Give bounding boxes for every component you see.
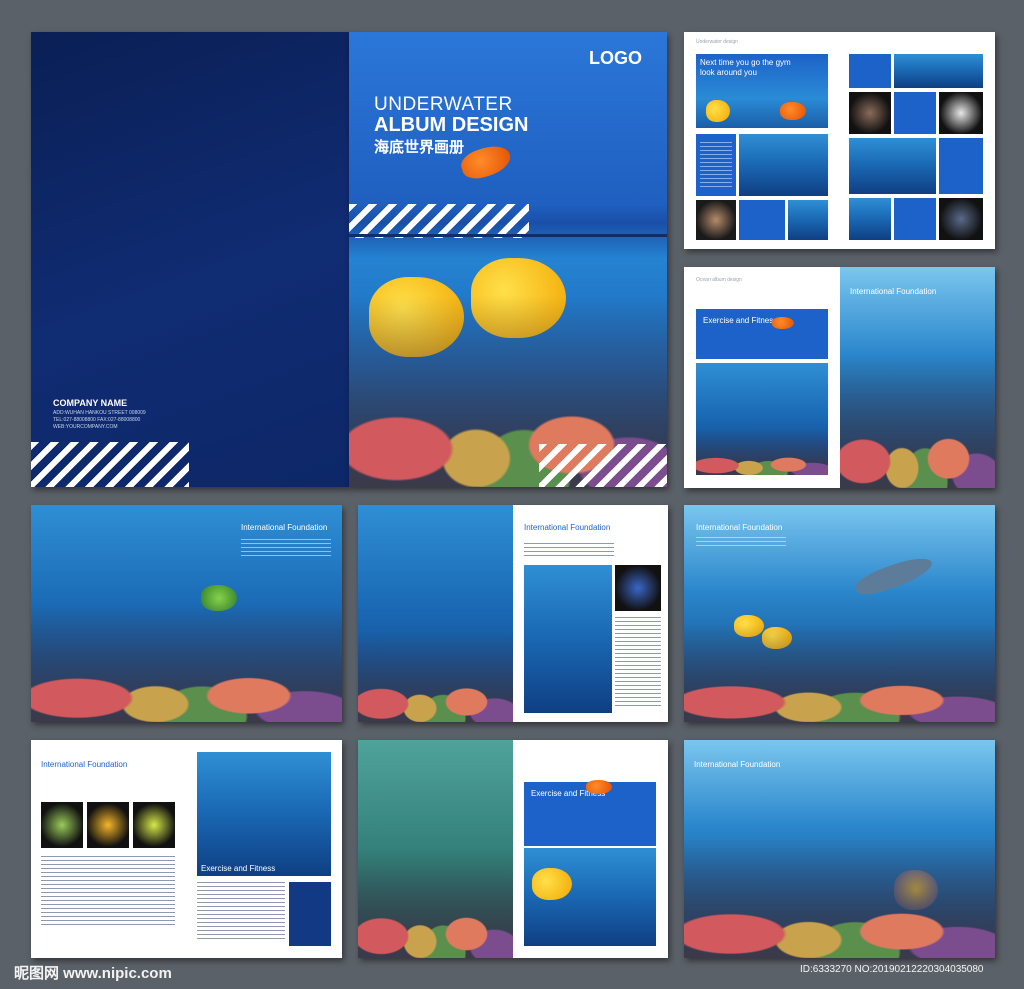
coral-reef-image [31,602,342,722]
coral-reef-image [840,355,995,488]
spread-row3-a: International Foundation Exercise and Fi… [31,740,342,958]
clownfish-image [772,317,794,329]
fish-thumb-image [133,802,175,848]
body-text-block [524,543,614,559]
cover-back-page: COMPANY NAME ADD:WUHAN HANKOU STREET 008… [31,32,349,487]
coral-reef-image [684,624,995,722]
headline-line2: look around you [700,68,757,77]
grid-left-cell [696,134,736,196]
watermark-site: 昵图网 www.nipic.com [14,965,172,982]
grid-image [939,92,983,134]
grid-spread: Underwater design Next time you go the g… [684,32,995,249]
coral-reef-image [358,630,513,722]
cover-front-page: LOGO UNDERWATER ALBUM DESIGN 海底世界画册 [349,32,667,487]
spread-row2-a: International Foundation [31,505,342,722]
reef-image [696,363,828,475]
company-address: ADD:WUHAN HANKOU STREET 008009 [53,410,146,416]
spread-row2-c: International Foundation [684,505,995,722]
fitness-spread: Ocean album design Exercise and Fitness … [684,267,995,488]
grid-right-cell [939,138,983,194]
foundation-heading: International Foundation [850,287,937,296]
body-text-block [700,142,732,190]
grid-image [849,138,936,194]
spread-row3-b: Exercise and Fitness [358,740,668,958]
body-text-block [41,856,175,926]
fish-school-image: Exercise and Fitness [197,752,331,876]
fitness-heading: Exercise and Fitness [201,864,276,873]
coral-reef-image [696,427,828,475]
cover-title-line2: ALBUM DESIGN [374,114,529,136]
coral-reef-image [684,838,995,958]
spread-row3-c: International Foundation [684,740,995,958]
foundation-heading: International Foundation [41,760,128,769]
grid-right-cell [849,54,891,88]
yellow-fish-image [532,868,572,900]
fish-image [780,102,806,120]
fish-thumb-image [615,565,661,611]
cover-front-stripes [349,204,529,238]
grid-right-cell [894,92,936,134]
grid-image [849,198,891,240]
logo: LOGO [589,48,642,68]
foundation-heading: International Foundation [524,523,611,532]
foundation-heading: International Foundation [696,523,783,532]
fish-image [706,100,730,122]
fitness-banner: Exercise and Fitness [524,780,656,846]
body-text-block [696,537,786,547]
grid-image [788,200,828,240]
cover-title-line1: UNDERWATER [374,94,513,115]
cover-stripes [31,442,189,487]
coral-reef-image [358,849,513,958]
grid-image [894,54,983,88]
clownfish-image [586,780,612,794]
clownfish-image [457,140,515,184]
butterflyfish-image [358,740,513,958]
grid-left-cell [739,200,785,240]
grid-right-cell [894,198,936,240]
info-box [289,882,331,946]
spread-row2-b: International Foundation [358,505,668,722]
grid-image [939,198,983,240]
fitness-heading: Exercise and Fitness [703,316,778,325]
cover-corner-stripes [539,444,667,487]
fitness-banner: Exercise and Fitness [696,309,828,359]
body-text-block [241,539,331,559]
lionfish-image [358,505,513,722]
reef-full-image: International Foundation [840,267,995,488]
grid-image [739,134,828,196]
company-name: COMPANY NAME [53,398,128,408]
small-label: Ocean album design [696,277,742,283]
fish-thumb-image [41,802,83,848]
fish-thumb-image [87,802,129,848]
yellow-fish-image [524,848,656,946]
company-web: WEB:YOURCOMPANY.COM [53,424,118,430]
headline-line1: Next time you go the gym [700,58,791,67]
company-tel: TEL:027-88008800 FAX:027-88008800 [53,417,141,423]
grid-left-banner: Next time you go the gym look around you [696,54,828,128]
body-text-block [615,617,661,707]
cover-divider [349,234,667,237]
small-label: Underwater design [696,39,738,45]
watermark-id: ID:6333270 NO:20190212220304035080 [800,964,984,975]
cover-title-cn: 海底世界画册 [374,139,465,156]
foundation-heading: International Foundation [694,760,781,769]
foundation-heading: International Foundation [241,523,328,532]
shark-image [852,551,936,601]
body-text-block [197,882,285,942]
grid-image [696,200,736,240]
fish-column-image [524,565,612,713]
grid-image [849,92,891,134]
